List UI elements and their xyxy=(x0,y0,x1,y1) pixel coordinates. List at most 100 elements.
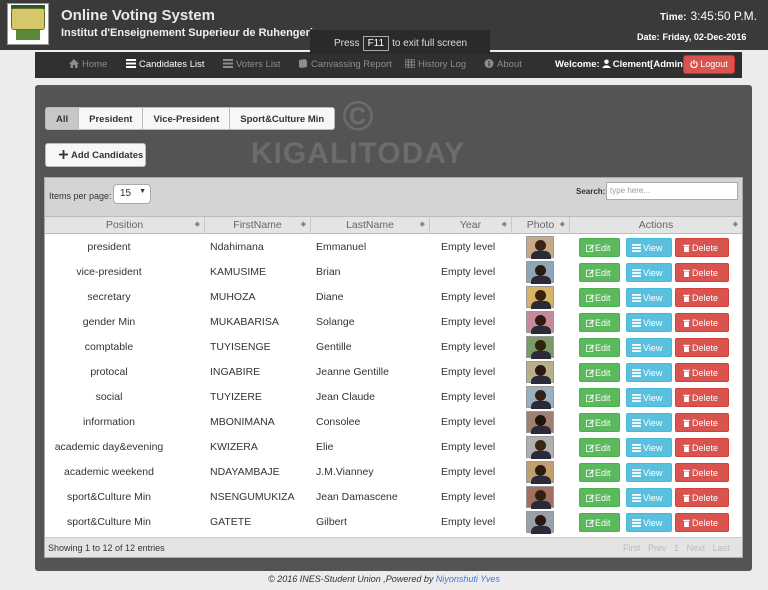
tab-sport-culture-min[interactable]: Sport&Culture Min xyxy=(230,107,336,130)
pager-first[interactable]: First xyxy=(623,543,641,553)
edit-icon xyxy=(586,269,594,277)
delete-button[interactable]: Delete xyxy=(675,238,729,257)
nav-about[interactable]: About xyxy=(484,59,522,70)
cell-year: Empty level xyxy=(441,466,496,478)
delete-button[interactable]: Delete xyxy=(675,338,729,357)
cell-lastname: Gilbert xyxy=(316,516,347,528)
fullscreen-notice: Press F11 to exit full screen xyxy=(310,30,490,54)
column-header-firstname[interactable]: FirstName ◆ xyxy=(205,217,311,234)
candidates-table: Items per page: 15 ▼ Search: type here...… xyxy=(44,177,743,558)
candidate-photo xyxy=(526,386,554,409)
search-label: Search: xyxy=(576,187,606,196)
edit-button[interactable]: Edit xyxy=(579,388,620,407)
view-button[interactable]: View xyxy=(626,463,672,482)
cell-lastname: Jean Claude xyxy=(316,391,375,403)
candidate-photo xyxy=(526,511,554,534)
nav-canvassing-report[interactable]: Canvassing Report xyxy=(298,59,392,70)
tab-president[interactable]: President xyxy=(79,107,144,130)
view-button[interactable]: View xyxy=(626,488,672,507)
pager-last[interactable]: Last xyxy=(713,543,730,553)
cell-lastname: Solange xyxy=(316,316,355,328)
delete-button[interactable]: Delete xyxy=(675,413,729,432)
pager-prev[interactable]: Prev xyxy=(648,543,667,553)
edit-icon xyxy=(586,444,594,452)
list-icon xyxy=(632,469,641,477)
add-candidates-button[interactable]: Add Candidates xyxy=(45,143,146,167)
edit-button[interactable]: Edit xyxy=(579,463,620,482)
column-header-year[interactable]: Year ◆ xyxy=(430,217,512,234)
nav-voters-list[interactable]: Voters List xyxy=(223,59,280,70)
table-row: academic weekend NDAYAMBAJE J.M.Vianney Emp… xyxy=(45,460,742,485)
view-button[interactable]: View xyxy=(626,388,672,407)
candidate-photo xyxy=(526,286,554,309)
column-header-actions[interactable]: Actions ◆ xyxy=(570,217,742,234)
column-header-position[interactable]: Position ◆ xyxy=(45,217,205,234)
logout-button[interactable]: Logout xyxy=(683,55,735,74)
tab-all[interactable]: All xyxy=(45,107,80,130)
list-icon xyxy=(632,394,641,402)
delete-button[interactable]: Delete xyxy=(675,513,729,532)
edit-button[interactable]: Edit xyxy=(579,238,620,257)
edit-button[interactable]: Edit xyxy=(579,313,620,332)
entries-summary: Showing 1 to 12 of 12 entries xyxy=(48,543,165,553)
sort-icon: ◆ xyxy=(300,221,306,228)
edit-icon xyxy=(586,344,594,352)
cell-position: protocal xyxy=(90,366,128,378)
view-button[interactable]: View xyxy=(626,413,672,432)
view-button[interactable]: View xyxy=(626,263,672,282)
nav-history-log[interactable]: History Log xyxy=(405,59,466,70)
delete-button[interactable]: Delete xyxy=(675,463,729,482)
table-body: president Ndahimana Emmanuel Empty level Edi… xyxy=(45,235,742,535)
view-button[interactable]: View xyxy=(626,438,672,457)
column-header-lastname[interactable]: LastName ◆ xyxy=(311,217,430,234)
delete-button[interactable]: Delete xyxy=(675,488,729,507)
delete-button[interactable]: Delete xyxy=(675,263,729,282)
view-button[interactable]: View xyxy=(626,288,672,307)
list-icon xyxy=(632,319,641,327)
edit-button[interactable]: Edit xyxy=(579,413,620,432)
cell-firstname: TUYISENGE xyxy=(210,341,271,353)
view-button[interactable]: View xyxy=(626,363,672,382)
view-button[interactable]: View xyxy=(626,238,672,257)
tab-vice-president[interactable]: Vice-President xyxy=(143,107,231,130)
power-icon xyxy=(690,60,698,69)
pager-page-1[interactable]: 1 xyxy=(674,543,679,553)
institution-name: Institut d'Enseignement Superieur de Ruh… xyxy=(61,27,313,39)
user-icon xyxy=(601,59,611,68)
table-row: gender Min MUKABARISA Solange Empty level Ed… xyxy=(45,310,742,335)
edit-button[interactable]: Edit xyxy=(579,288,620,307)
search-input[interactable]: type here... xyxy=(606,182,738,200)
table-row: sport&Culture Min GATETE Gilbert Empty leve… xyxy=(45,510,742,535)
delete-button[interactable]: Delete xyxy=(675,438,729,457)
list-icon xyxy=(632,444,641,452)
edit-icon xyxy=(586,494,594,502)
cell-firstname: Ndahimana xyxy=(210,241,264,253)
main-navbar: Home Candidates List Voters List Canvass… xyxy=(35,52,742,78)
column-header-photo[interactable]: Photo ◆ xyxy=(512,217,570,234)
delete-button[interactable]: Delete xyxy=(675,288,729,307)
delete-button[interactable]: Delete xyxy=(675,363,729,382)
view-button[interactable]: View xyxy=(626,513,672,532)
sort-icon: ◆ xyxy=(501,221,507,228)
table-row: sport&Culture Min NSENGUMUKIZA Jean Damasc… xyxy=(45,485,742,510)
view-button[interactable]: View xyxy=(626,338,672,357)
edit-button[interactable]: Edit xyxy=(579,263,620,282)
view-button[interactable]: View xyxy=(626,313,672,332)
pager-next[interactable]: Next xyxy=(687,543,706,553)
edit-icon xyxy=(586,469,594,477)
cell-position: academic weekend xyxy=(64,466,154,478)
author-link[interactable]: Niyonshuti Yves xyxy=(436,574,500,584)
edit-button[interactable]: Edit xyxy=(579,363,620,382)
institution-logo xyxy=(7,3,49,45)
edit-button[interactable]: Edit xyxy=(579,338,620,357)
nav-candidates-list[interactable]: Candidates List xyxy=(126,59,204,70)
edit-button[interactable]: Edit xyxy=(579,488,620,507)
list-icon xyxy=(632,419,641,427)
nav-home[interactable]: Home xyxy=(69,59,107,70)
cell-lastname: Brian xyxy=(316,266,341,278)
delete-button[interactable]: Delete xyxy=(675,313,729,332)
items-per-page-select[interactable]: 15 ▼ xyxy=(113,184,151,204)
delete-button[interactable]: Delete xyxy=(675,388,729,407)
edit-button[interactable]: Edit xyxy=(579,513,620,532)
edit-button[interactable]: Edit xyxy=(579,438,620,457)
